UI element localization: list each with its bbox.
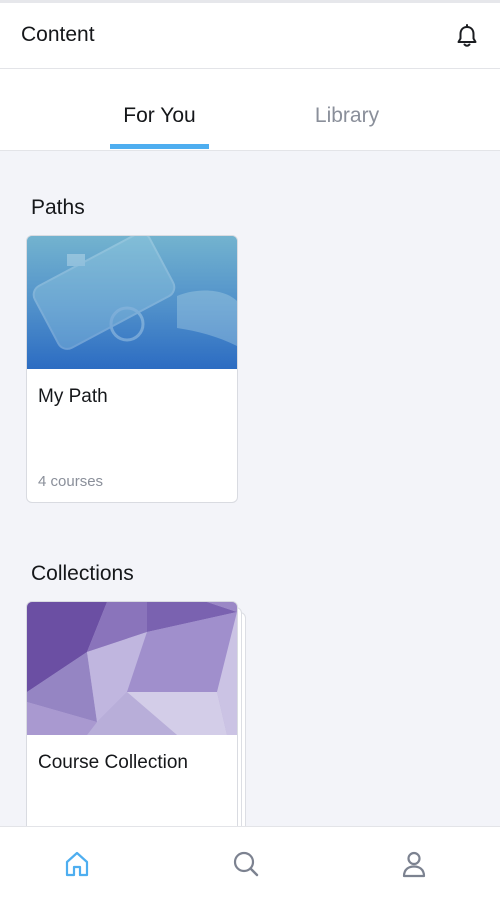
paths-section-title: Paths (31, 196, 85, 219)
path-card-course-count: 4 courses (38, 473, 104, 490)
path-card-title: My Path (38, 386, 108, 407)
collections-section-title: Collections (31, 562, 134, 585)
collection-card-title: Course Collection (38, 752, 188, 773)
collection-card-image (27, 602, 237, 735)
path-card[interactable]: My Path 4 courses (26, 235, 238, 503)
home-icon[interactable] (62, 849, 92, 879)
tab-library[interactable]: Library (296, 104, 398, 128)
app-header: Content (0, 3, 500, 69)
active-tab-indicator (110, 144, 209, 149)
search-icon[interactable] (231, 849, 261, 879)
page-title: Content (21, 23, 95, 46)
bottom-navigation (0, 826, 500, 901)
tab-bar: For You Library (0, 69, 500, 151)
bell-icon[interactable] (456, 24, 478, 48)
path-card-image (27, 236, 237, 369)
tab-for-you[interactable]: For You (110, 104, 209, 128)
profile-icon[interactable] (399, 849, 429, 879)
collection-card[interactable]: Course Collection (26, 601, 238, 841)
